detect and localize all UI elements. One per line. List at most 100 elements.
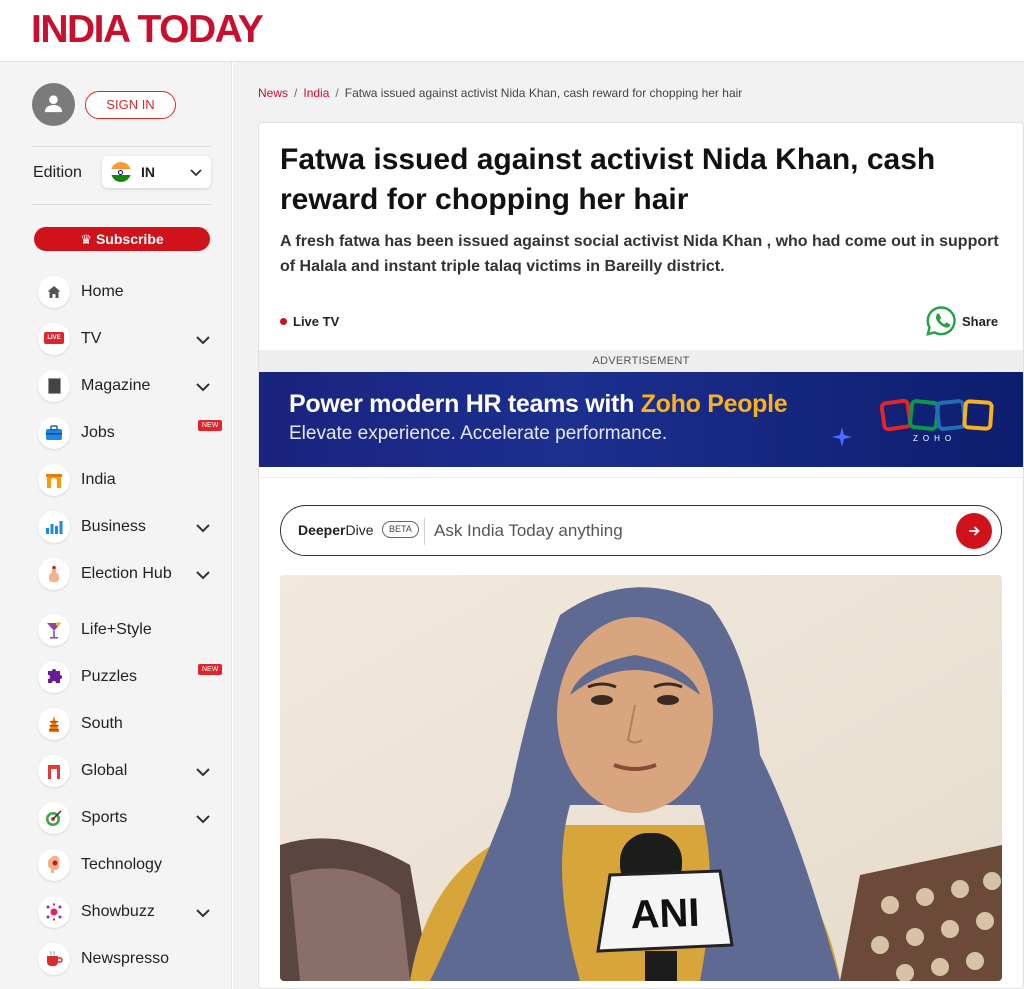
ad-subtitle: Elevate experience. Accelerate performan…	[289, 423, 668, 444]
chevron-down-icon	[190, 169, 202, 177]
ad-banner[interactable]: Power modern HR teams with Zoho People E…	[259, 372, 1023, 467]
magazine-icon	[38, 370, 70, 402]
edition-label: Edition	[33, 164, 82, 181]
sidebar-divider	[32, 204, 211, 205]
sidebar-item-technology[interactable]: Technology	[38, 849, 228, 883]
sidebar-item-label: TV	[81, 330, 102, 347]
subscribe-button[interactable]: ♛ Subscribe	[34, 227, 210, 251]
new-badge: NEW	[198, 664, 223, 675]
sidebar-item-puzzles[interactable]: Puzzles NEW	[38, 661, 228, 695]
target-icon	[38, 802, 70, 834]
mic-label: ANI	[630, 891, 700, 937]
article-photo[interactable]: ANI	[280, 575, 1002, 981]
breadcrumb: News / India / Fatwa issued against activist…	[258, 86, 742, 100]
sign-in-button[interactable]: SIGN IN	[85, 91, 176, 119]
sidebar-divider	[32, 146, 211, 147]
subscribe-label: Subscribe	[95, 231, 164, 247]
breadcrumb-separator: /	[294, 86, 298, 100]
sidebar-item-india[interactable]: India	[38, 464, 228, 498]
sidebar-item-label: South	[81, 715, 123, 732]
breadcrumb-india[interactable]: India	[303, 86, 329, 100]
zoho-brand-text: ZOHO	[913, 434, 957, 443]
ad-title: Power modern HR teams with Zoho People	[289, 390, 788, 418]
sidebar-item-showbuzz[interactable]: Showbuzz	[38, 896, 228, 930]
live-tv-label: Live TV	[293, 314, 340, 329]
sidebar-item-home[interactable]: Home	[38, 276, 228, 310]
sparkle-icon	[38, 896, 70, 928]
chevron-down-icon[interactable]	[195, 764, 211, 780]
ask-submit-button[interactable]	[956, 513, 992, 549]
advertisement-label: ADVERTISEMENT	[259, 350, 1023, 372]
sidebar: SIGN IN Edition IN ♛ Subscribe Home LIVE …	[0, 62, 232, 989]
india-flag-icon	[111, 162, 131, 182]
deeperdive-ask-bar: DeeperDive BETA	[280, 505, 1002, 556]
brain-chip-icon	[38, 849, 70, 881]
share-label: Share	[962, 314, 999, 329]
photo-woman-with-microphone: ANI	[280, 575, 1002, 981]
section-divider	[259, 477, 1023, 478]
temple-icon	[38, 708, 70, 740]
breadcrumb-separator: /	[335, 86, 339, 100]
edition-select[interactable]: IN	[102, 156, 211, 188]
live-tv-link[interactable]: Live TV	[280, 314, 339, 329]
sidebar-item-label: Life+Style	[81, 621, 152, 638]
live-dot-icon	[280, 318, 287, 325]
sidebar-item-tv[interactable]: LIVE TV	[38, 323, 228, 357]
breadcrumb-news[interactable]: News	[258, 86, 288, 100]
sidebar-item-label: Global	[81, 762, 128, 779]
sidebar-item-label: Sports	[81, 809, 128, 826]
whatsapp-icon	[926, 306, 956, 336]
chevron-down-icon[interactable]	[195, 379, 211, 395]
article-headline: Fatwa issued against activist Nida Khan,…	[280, 143, 936, 216]
sidebar-item-jobs[interactable]: Jobs NEW	[38, 417, 228, 451]
site-header: INDIA TODAY	[0, 0, 1024, 62]
sidebar-item-newspresso[interactable]: Newspresso	[38, 943, 228, 977]
chevron-down-icon[interactable]	[195, 811, 211, 827]
chevron-down-icon[interactable]	[195, 905, 211, 921]
sparkle-decoration-icon	[832, 427, 852, 447]
sidebar-item-label: Election Hub	[81, 565, 172, 582]
zoho-logo: ZOHO	[879, 398, 995, 446]
sidebar-item-magazine[interactable]: Magazine	[38, 370, 228, 404]
coffee-cup-icon	[38, 943, 70, 975]
share-button[interactable]: Share	[925, 305, 1005, 337]
home-icon	[38, 276, 70, 308]
cocktail-icon	[38, 614, 70, 646]
chevron-down-icon[interactable]	[195, 567, 211, 583]
main-content: News / India / Fatwa issued against activist…	[233, 62, 1024, 989]
crown-icon: ♛	[80, 232, 92, 247]
deeperdive-brand: DeeperDive	[298, 522, 374, 538]
sidebar-item-label: Newspresso	[81, 950, 170, 967]
live-tv-icon: LIVE	[38, 323, 70, 355]
india-gate-icon	[38, 464, 70, 496]
edition-code: IN	[141, 164, 155, 180]
voting-hand-icon	[38, 558, 70, 590]
arrow-right-icon	[969, 526, 980, 536]
sidebar-item-label: India	[81, 471, 116, 488]
article-card: Fatwa issued against activist Nida Khan,…	[258, 122, 1024, 989]
globe-gate-icon	[38, 755, 70, 787]
sidebar-item-sports[interactable]: Sports	[38, 802, 228, 836]
ask-input[interactable]	[434, 519, 934, 543]
sidebar-item-election-hub[interactable]: Election Hub	[38, 558, 228, 592]
chevron-down-icon[interactable]	[195, 332, 211, 348]
puzzle-icon	[38, 661, 70, 693]
ask-divider	[424, 518, 425, 545]
sidebar-item-global[interactable]: Global	[38, 755, 228, 789]
briefcase-icon	[38, 417, 70, 449]
india-today-logo[interactable]: INDIA TODAY	[31, 10, 264, 50]
beta-badge: BETA	[382, 521, 419, 538]
sidebar-item-label: Home	[81, 283, 124, 300]
user-icon	[44, 95, 63, 113]
sidebar-item-label: Showbuzz	[81, 903, 155, 920]
sidebar-item-business[interactable]: Business	[38, 511, 228, 545]
new-badge: NEW	[198, 420, 223, 431]
sidebar-item-label: Puzzles	[81, 668, 138, 685]
sidebar-item-life-style[interactable]: Life+Style	[38, 614, 228, 648]
sidebar-item-label: Magazine	[81, 377, 151, 394]
breadcrumb-current: Fatwa issued against activist Nida Khan,…	[344, 86, 743, 100]
sidebar-item-south[interactable]: South	[38, 708, 228, 742]
chevron-down-icon[interactable]	[195, 520, 211, 536]
sidebar-item-label: Jobs	[81, 424, 115, 441]
avatar[interactable]	[32, 83, 75, 126]
